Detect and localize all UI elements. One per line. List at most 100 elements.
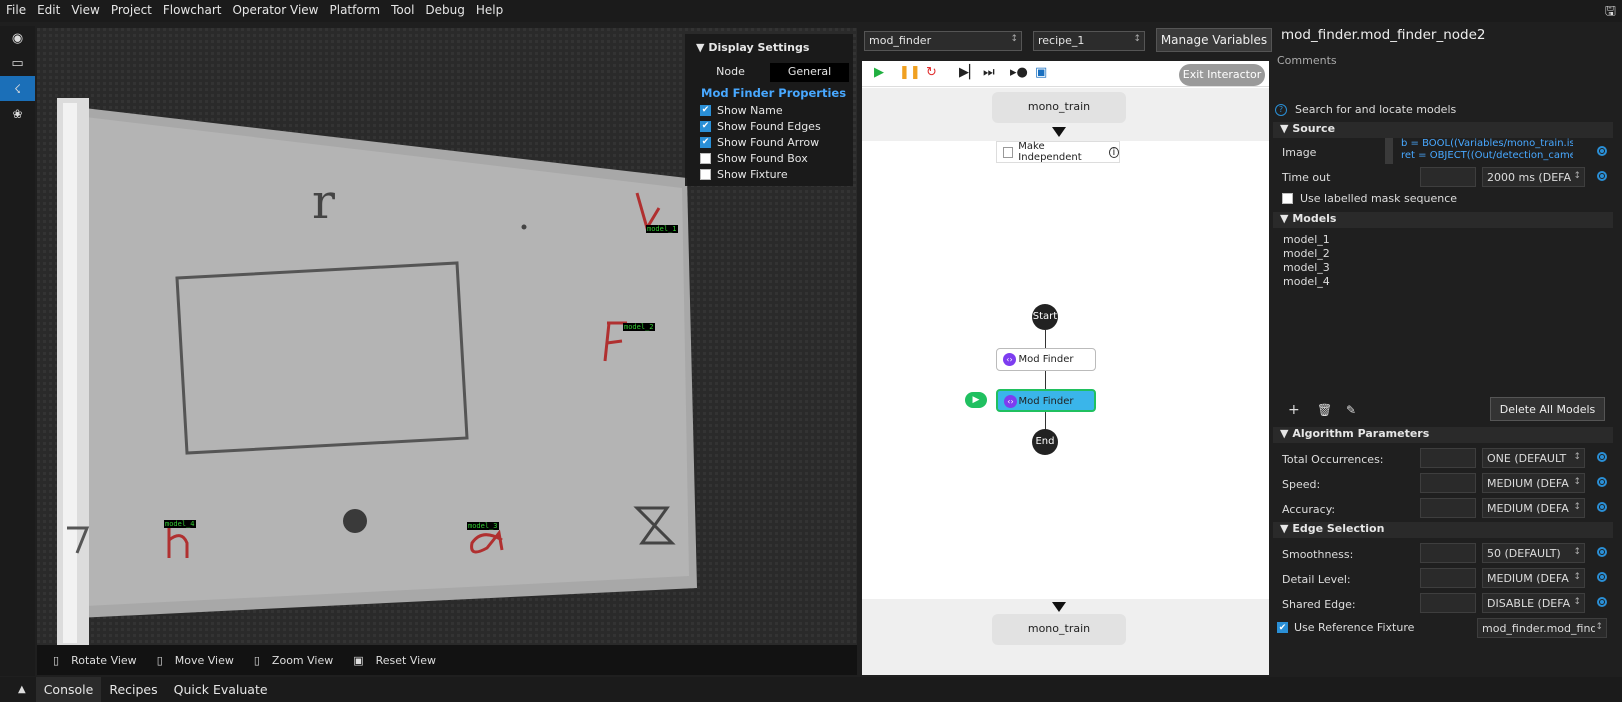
tab-node[interactable]: Node — [691, 63, 770, 82]
show-found-edges-checkbox[interactable]: ✔ Show Found Edges — [700, 118, 821, 134]
camera-tool-button[interactable]: ◉ — [0, 26, 35, 51]
exit-interactor-button[interactable]: Exit Interactor — [1179, 64, 1265, 86]
show-fixture-checkbox[interactable]: Show Fixture — [700, 166, 821, 182]
mouse-icon: ▯ — [53, 653, 60, 667]
speed-input[interactable] — [1420, 473, 1476, 493]
restart-icon[interactable]: ↻ — [926, 65, 937, 80]
info-icon[interactable]: i — [1108, 146, 1120, 158]
step-into-icon[interactable]: ▸● — [1010, 65, 1028, 80]
menu-project[interactable]: Project — [105, 0, 157, 17]
end-node[interactable]: End — [1032, 429, 1058, 455]
tab-quick-evaluate[interactable]: Quick Evaluate — [166, 677, 276, 702]
models-section-header[interactable]: ▼ Models — [1273, 212, 1613, 228]
delete-all-models-button[interactable]: Delete All Models — [1490, 397, 1605, 421]
link-dot-icon[interactable] — [1597, 171, 1607, 181]
play-icon[interactable]: ▶ — [874, 65, 884, 80]
camera-run-icon[interactable]: ▣ — [1035, 65, 1047, 80]
save-icon[interactable]: 🖫 — [1605, 2, 1616, 24]
display-options-list: ✔ Show Name ✔ Show Found Edges ✔ Show Found… — [700, 102, 821, 182]
list-item[interactable]: model_2 — [1283, 247, 1330, 261]
timeout-input[interactable] — [1420, 167, 1476, 187]
list-item[interactable]: model_3 — [1283, 261, 1330, 275]
menu-file[interactable]: File — [0, 0, 31, 17]
tab-general[interactable]: General — [770, 63, 849, 82]
show-name-checkbox[interactable]: ✔ Show Name — [700, 102, 821, 118]
algorithm-section-header[interactable]: ▼ Algorithm Parameters — [1273, 427, 1613, 443]
menu-help[interactable]: Help — [470, 0, 508, 17]
mod-finder-node-1[interactable]: ‹› Mod Finder — [996, 348, 1096, 371]
menu-debug[interactable]: Debug — [419, 0, 469, 17]
shared-edge-input[interactable] — [1420, 593, 1476, 613]
smoothness-label: Smoothness: — [1282, 548, 1354, 561]
total-occurrences-input[interactable] — [1420, 448, 1476, 468]
link-dot-icon[interactable] — [1597, 502, 1607, 512]
link-dot-icon[interactable] — [1597, 547, 1607, 557]
tab-recipes[interactable]: Recipes — [101, 677, 165, 702]
menu-view[interactable]: View — [65, 0, 104, 17]
edit-icon[interactable]: ✎ — [1346, 403, 1356, 417]
add-model-icon[interactable]: + — [1288, 402, 1300, 418]
mod-finder-node-2[interactable]: ‹› Mod Finder — [996, 389, 1096, 412]
tab-console[interactable]: Console — [35, 677, 102, 702]
comments-field[interactable]: Comments — [1277, 54, 1337, 67]
use-reference-fixture-checkbox[interactable]: ✔ Use Reference Fixture — [1277, 621, 1414, 634]
run-node-play-icon[interactable]: ▶ — [965, 392, 987, 408]
manage-variables-button[interactable]: Manage Variables — [1156, 28, 1272, 52]
link-dot-icon[interactable] — [1597, 572, 1607, 582]
list-item[interactable]: model_1 — [1283, 233, 1330, 247]
show-found-box-checkbox[interactable]: Show Found Box — [700, 150, 821, 166]
fast-forward-icon[interactable]: ⏭ — [983, 65, 995, 80]
make-independent-checkbox[interactable]: Make Independent i — [996, 141, 1120, 163]
bulb-tool-button[interactable]: ❀ — [0, 101, 35, 126]
menu-flowchart[interactable]: Flowchart — [157, 0, 227, 17]
link-dot-icon[interactable] — [1597, 146, 1607, 156]
link-dot-icon[interactable] — [1597, 597, 1607, 607]
accuracy-select[interactable]: MEDIUM (DEFA — [1482, 498, 1585, 518]
use-mask-checkbox[interactable]: Use labelled mask sequence — [1282, 192, 1457, 205]
source-section-header[interactable]: ▼ Source — [1273, 122, 1613, 138]
link-dot-icon[interactable] — [1597, 452, 1607, 462]
image-expression-field[interactable]: b = BOOL((Variables/mono_train.is_tra re… — [1385, 138, 1573, 164]
monitor-tool-button[interactable]: ▭ — [0, 51, 35, 76]
accuracy-input[interactable] — [1420, 498, 1476, 518]
link-dot-icon[interactable] — [1597, 477, 1607, 487]
checkbox-unchecked-icon — [700, 168, 711, 180]
menu-tool[interactable]: Tool — [385, 0, 419, 17]
reset-view-button[interactable]: ▣ Reset View — [353, 654, 436, 667]
trash-icon[interactable]: 🗑 — [1317, 403, 1332, 417]
pause-icon[interactable]: ❚❚ — [899, 65, 921, 80]
bottom-node-mono-train[interactable]: mono_train — [992, 614, 1126, 645]
detail-level-select[interactable]: MEDIUM (DEFA — [1482, 568, 1585, 588]
image-viewer[interactable]: r model_1 model_2 model_4 model_3 ▼ Disp… — [37, 28, 857, 675]
menu-operator-view[interactable]: Operator View — [226, 0, 323, 17]
rotate-view-button[interactable]: ▯ Rotate View — [53, 654, 137, 667]
zoom-view-button[interactable]: ▯ Zoom View — [254, 654, 333, 667]
recipe-select[interactable]: recipe_1 — [1033, 31, 1145, 51]
menu-platform[interactable]: Platform — [324, 0, 386, 17]
show-found-arrow-checkbox[interactable]: ✔ Show Found Arrow — [700, 134, 821, 150]
smoothness-select[interactable]: 50 (DEFAULT) — [1482, 543, 1585, 563]
step-icon[interactable]: ▶▏ — [959, 65, 979, 80]
smoothness-input[interactable] — [1420, 543, 1476, 563]
edge-selection-section-header[interactable]: ▼ Edge Selection — [1273, 522, 1613, 538]
module-select[interactable]: mod_finder — [864, 31, 1022, 51]
menu-edit[interactable]: Edit — [31, 0, 65, 17]
flowchart-tool-button[interactable]: ☇ — [0, 76, 35, 101]
help-icon[interactable]: ? — [1275, 103, 1287, 116]
start-node[interactable]: Start — [1032, 304, 1058, 330]
checkbox-label: Show Found Box — [717, 151, 808, 165]
total-occurrences-select[interactable]: ONE (DEFAULT — [1482, 448, 1585, 468]
move-view-button[interactable]: ▯ Move View — [157, 654, 234, 667]
reference-fixture-select[interactable]: mod_finder.mod_find — [1477, 618, 1607, 638]
timeout-select[interactable]: 2000 ms (DEFA — [1482, 167, 1585, 187]
checkbox-unchecked-icon — [1003, 146, 1014, 158]
flowchart-canvas[interactable]: ▶ ❚❚ ↻ ▶▏ ⏭ ▸● ▣ Exit Interactor mono_tr… — [862, 61, 1269, 675]
collapse-up-icon[interactable]: ▲ — [0, 684, 36, 695]
display-settings-header[interactable]: ▼ Display Settings — [685, 34, 853, 54]
detail-level-input[interactable] — [1420, 568, 1476, 588]
top-node-mono-train[interactable]: mono_train — [992, 92, 1126, 123]
shared-edge-select[interactable]: DISABLE (DEFA — [1482, 593, 1585, 613]
found-label-model-4: model_4 — [164, 520, 196, 528]
speed-select[interactable]: MEDIUM (DEFA — [1482, 473, 1585, 493]
list-item[interactable]: model_4 — [1283, 275, 1330, 289]
